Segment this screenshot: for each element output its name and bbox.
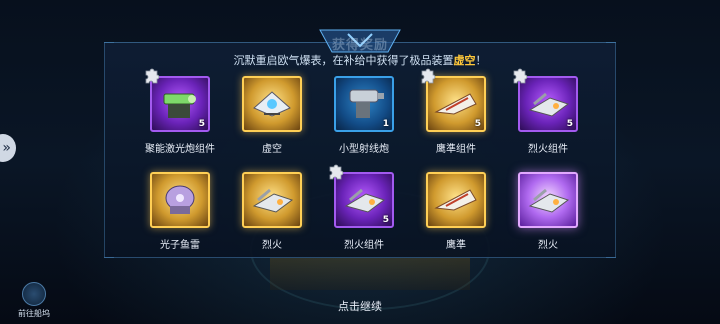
fragment-puzzle-icon (510, 68, 528, 86)
reward-item[interactable]: 5 烈火组件 (324, 164, 404, 258)
reward-tile (150, 172, 210, 228)
item-label: 虚空 (262, 144, 282, 155)
page-title: 获得奖励 (331, 38, 388, 53)
reward-tile (242, 172, 302, 228)
reward-item[interactable]: 光子鱼雷 (140, 172, 220, 258)
reward-item[interactable]: 鹰準 (416, 172, 496, 258)
item-label: 烈火组件 (528, 144, 568, 155)
reward-tile: 1 (334, 76, 394, 132)
item-label: 光子鱼雷 (160, 240, 200, 251)
reward-item[interactable]: 1 小型射线炮 (324, 76, 404, 162)
subtitle-text: 沉默重启欧气爆表，在补给中获得了极品装置 (233, 54, 454, 67)
reward-item[interactable]: 5 烈火组件 (508, 68, 588, 162)
fragment-puzzle-icon (326, 164, 344, 182)
reward-tile (242, 76, 302, 132)
reward-grid: 5 聚能激光炮组件 虚空 1 小型射线炮 5 鹰準组件 5 烈火组件 光子鱼雷 烈火 5 烈火组件 鹰準烈… (140, 68, 580, 258)
reward-subtitle: 沉默重启欧气爆表，在补给中获得了极品装置虚空！ (0, 52, 720, 68)
item-count: 5 (566, 119, 573, 129)
item-count: 5 (198, 119, 205, 129)
item-label: 鹰準 (446, 240, 466, 251)
reward-item[interactable]: 5 鹰準组件 (416, 68, 496, 162)
reward-item[interactable]: 5 聚能激光炮组件 (140, 68, 220, 162)
reward-item[interactable]: 虚空 (232, 76, 312, 162)
ship-dock-icon (22, 282, 46, 306)
fragment-puzzle-icon (142, 68, 160, 86)
panel-right-bracket (606, 42, 616, 258)
reward-item[interactable]: 烈火 (508, 172, 588, 258)
reward-tile (518, 172, 578, 228)
subtitle-highlight: 虚空 (453, 54, 476, 67)
item-label: 鹰準组件 (436, 144, 476, 155)
item-label: 烈火组件 (344, 240, 384, 251)
reward-item[interactable]: 烈火 (232, 172, 312, 258)
item-count: 1 (382, 119, 389, 129)
go-to-dock-button[interactable]: 前往船坞 (14, 282, 54, 322)
dock-label: 前往船坞 (18, 309, 50, 318)
item-count: 5 (474, 119, 481, 129)
item-label: 烈火 (262, 240, 282, 251)
fragment-puzzle-icon (418, 68, 436, 86)
item-count: 5 (382, 215, 389, 225)
panel-left-bracket (104, 42, 114, 258)
item-label: 小型射线炮 (339, 144, 389, 155)
continue-button[interactable]: 点击继续 (0, 298, 720, 314)
item-label: 烈火 (538, 240, 558, 251)
subtitle-suffix: ！ (475, 54, 487, 67)
reward-tile (426, 172, 486, 228)
item-label: 聚能激光炮组件 (145, 144, 215, 155)
